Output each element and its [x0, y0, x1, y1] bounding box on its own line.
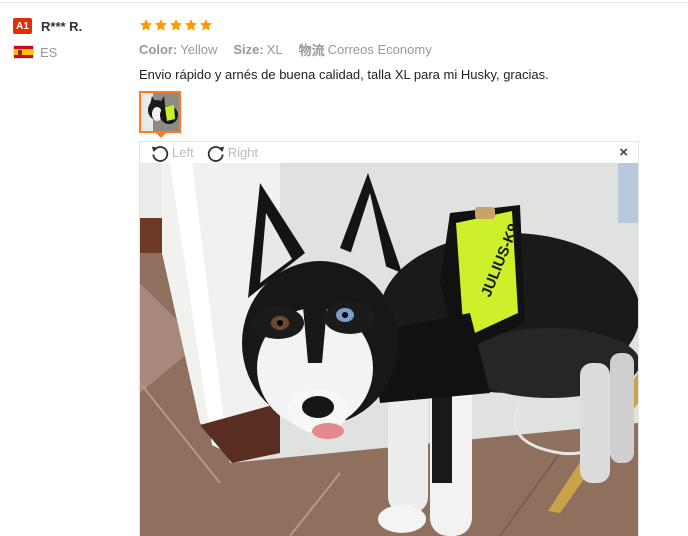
review-attributes: Color: Yellow Size: XL 物流 Correos Economy — [139, 40, 679, 58]
close-icon[interactable]: × — [619, 145, 628, 160]
star-rating — [139, 15, 679, 35]
buyer-country-row: ES — [13, 43, 133, 61]
attribute-value: XL — [266, 41, 283, 57]
star-icon — [139, 18, 153, 32]
star-icon — [184, 18, 198, 32]
buyer-name-row: A1 R*** R. — [13, 17, 133, 35]
review-photo: JULIUS-K9 — [140, 163, 638, 536]
star-icon — [169, 18, 183, 32]
review-text: Envio rápido y arnés de buena calidad, t… — [139, 67, 549, 82]
buyer-level-badge: A1 — [13, 18, 32, 34]
buyer-country-code: ES — [40, 44, 58, 60]
thumbnail-selected-caret — [155, 132, 167, 138]
buyer-name: R*** R. — [41, 18, 83, 34]
attribute-value: Yellow — [180, 41, 218, 57]
photo-viewer: Left Right × JULIUS-K9 — [139, 141, 639, 536]
rotate-right-icon — [207, 145, 224, 162]
star-icon — [154, 18, 168, 32]
attribute-key: Color: — [139, 41, 178, 57]
rotate-right-button[interactable]: Right — [206, 143, 258, 163]
photo-viewer-toolbar: Left Right × — [140, 142, 638, 163]
spain-flag-icon — [13, 45, 34, 59]
top-divider — [0, 2, 688, 3]
attribute-value: Correos Economy — [327, 41, 432, 57]
rotate-left-icon — [151, 145, 169, 162]
buyer-info: A1 R*** R. ES — [13, 17, 133, 61]
rotate-left-label: Left — [172, 145, 194, 160]
star-icon — [199, 18, 213, 32]
review-body: Color: Yellow Size: XL 物流 Correos Economy Env… — [139, 15, 679, 84]
review-photo-thumbnail[interactable] — [139, 91, 181, 133]
attribute-key: Size: — [233, 41, 264, 57]
rotate-right-label: Right — [227, 145, 259, 160]
rotate-left-button[interactable]: Left — [150, 143, 194, 163]
attribute-key: 物流 — [298, 42, 325, 58]
